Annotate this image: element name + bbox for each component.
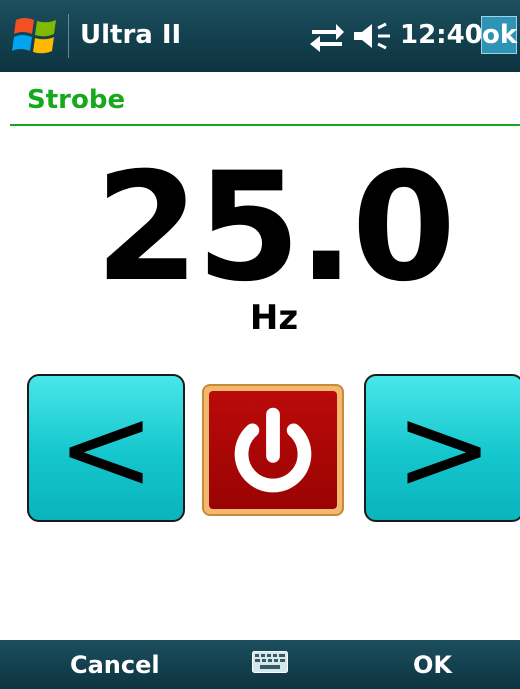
windows-start-icon[interactable] bbox=[10, 14, 62, 58]
title-divider bbox=[10, 124, 520, 126]
title-separator bbox=[68, 14, 69, 58]
cancel-softkey[interactable]: Cancel bbox=[70, 648, 160, 682]
frequency-unit: Hz bbox=[249, 298, 299, 338]
app-title: Ultra II bbox=[80, 20, 182, 50]
ok-softkey[interactable]: OK bbox=[413, 648, 452, 682]
title-ok-button[interactable]: ok bbox=[481, 16, 517, 54]
page-title: Strobe bbox=[27, 85, 126, 115]
power-toggle-button[interactable] bbox=[202, 384, 344, 516]
chevron-right-icon: > bbox=[395, 381, 493, 517]
decrease-button[interactable]: < bbox=[27, 374, 185, 522]
data-sync-icon[interactable] bbox=[308, 19, 346, 53]
power-button-face bbox=[209, 391, 337, 509]
chevron-left-icon: < bbox=[57, 381, 155, 517]
clock[interactable]: 12:40 bbox=[400, 19, 483, 51]
increase-label: > bbox=[395, 381, 493, 517]
increase-button[interactable]: > bbox=[364, 374, 520, 522]
frequency-readout: 25.0 bbox=[94, 141, 456, 315]
keyboard-icon[interactable] bbox=[252, 651, 288, 673]
speaker-icon[interactable] bbox=[352, 20, 394, 52]
power-icon bbox=[234, 407, 312, 493]
decrease-label: < bbox=[57, 381, 155, 517]
